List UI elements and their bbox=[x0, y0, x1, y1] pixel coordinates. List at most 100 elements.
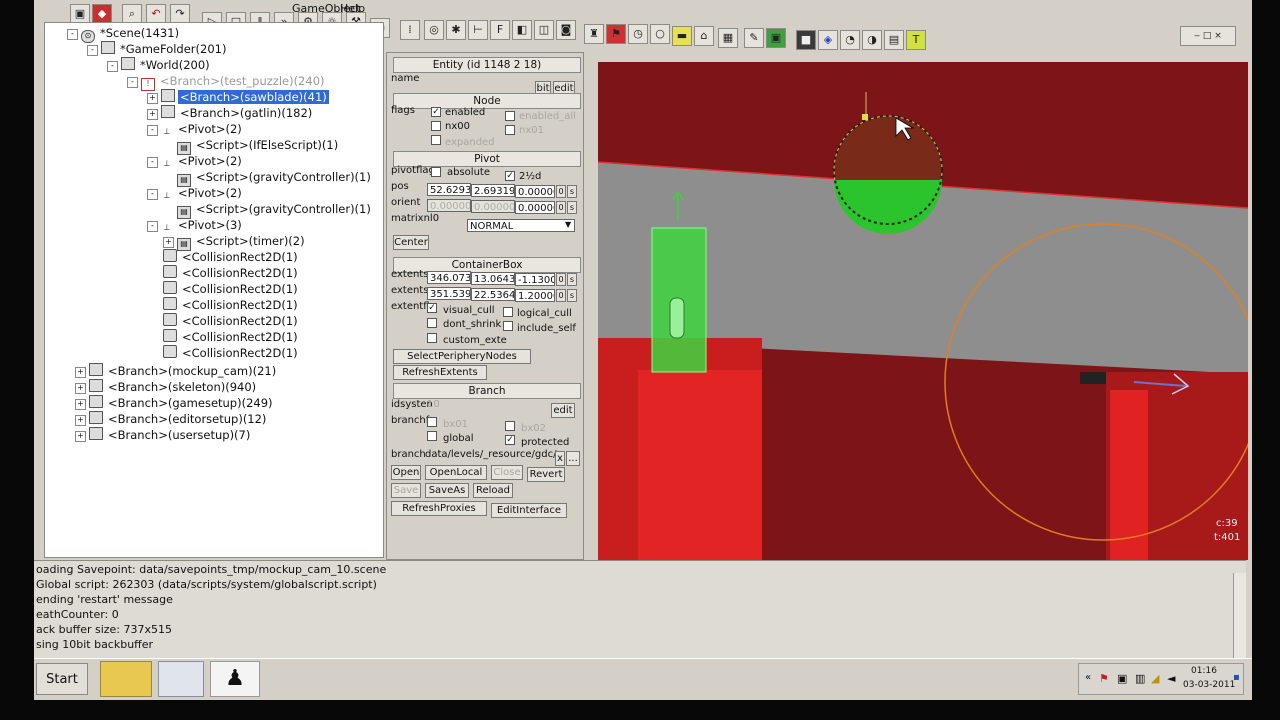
search-icon[interactable]: ⌕ bbox=[122, 4, 142, 24]
chevron-down-icon[interactable]: ▼ bbox=[565, 220, 571, 229]
extents-min-set-button[interactable]: s bbox=[567, 273, 577, 286]
player-character[interactable] bbox=[669, 297, 685, 339]
enabled-checkbox[interactable]: ✓ bbox=[431, 107, 441, 117]
extents-max-zero-button[interactable]: 0 bbox=[556, 289, 566, 302]
window-controls[interactable]: ‒ □ × bbox=[1180, 26, 1236, 46]
collapse-icon[interactable]: - bbox=[147, 189, 158, 200]
game-task-icon[interactable]: ♟ bbox=[210, 661, 260, 697]
save-icon[interactable]: ▣ bbox=[70, 4, 90, 24]
tool-icon[interactable]: ▦ bbox=[718, 28, 738, 48]
extents-max-x-field[interactable]: 351.539 bbox=[427, 287, 471, 300]
tool-icon[interactable]: ○ bbox=[650, 24, 670, 44]
tree-node[interactable]: - *GameFolder(201) bbox=[87, 41, 228, 57]
pos-y-field[interactable]: 2.69319 bbox=[471, 184, 515, 197]
sawblade-handle[interactable] bbox=[862, 114, 868, 120]
tool-icon[interactable]: ⌂ bbox=[694, 26, 714, 46]
tree-node[interactable]: - ⊥ <Pivot>(2) bbox=[147, 153, 244, 169]
tool-icon[interactable]: ⊢ bbox=[468, 20, 488, 40]
tree-node[interactable]: + <Branch>(gamesetup)(249) bbox=[75, 395, 275, 411]
tool-icon[interactable]: ◑ bbox=[862, 30, 882, 50]
orient-y-field[interactable]: 0.00000 bbox=[471, 200, 515, 213]
tool-icon[interactable]: ✱ bbox=[446, 20, 466, 40]
close-button[interactable]: Close bbox=[491, 465, 523, 480]
bx02-checkbox[interactable] bbox=[505, 421, 515, 431]
extents-max-z-field[interactable]: 1.20000 bbox=[515, 289, 555, 302]
save-button[interactable]: Save bbox=[391, 483, 421, 498]
pos-zero-button[interactable]: 0 bbox=[556, 185, 566, 198]
text-icon[interactable]: T bbox=[906, 30, 926, 50]
scene-viewport[interactable]: c:39 t:401 bbox=[598, 62, 1248, 560]
expand-icon[interactable]: + bbox=[75, 399, 86, 410]
tree-node[interactable]: - *World(200) bbox=[107, 57, 212, 73]
redo-icon[interactable]: ↷ bbox=[170, 4, 190, 24]
tray-chevron-icon[interactable]: « bbox=[1085, 672, 1091, 683]
tree-node[interactable]: <CollisionRect2D(1) bbox=[163, 313, 300, 329]
tool-icon[interactable]: ◧ bbox=[512, 20, 532, 40]
expand-icon[interactable]: + bbox=[163, 237, 174, 248]
tool-icon[interactable]: ◔ bbox=[840, 30, 860, 50]
nx01-checkbox[interactable] bbox=[505, 125, 515, 135]
tool-icon[interactable]: ◈ bbox=[818, 30, 838, 50]
tree-node[interactable]: - ⊙ *Scene(1431) bbox=[67, 25, 181, 43]
clear-branch-button[interactable]: x bbox=[555, 451, 565, 466]
tree-node[interactable]: - ⊥ <Pivot>(2) bbox=[147, 121, 244, 137]
tool-icon[interactable]: ✎ bbox=[744, 28, 764, 48]
collapse-icon[interactable]: - bbox=[127, 77, 138, 88]
extents-min-x-field[interactable]: 346.073 bbox=[427, 271, 471, 284]
tree-node[interactable]: - ⊥ <Pivot>(3) bbox=[147, 217, 244, 233]
tool-icon[interactable]: ▣ bbox=[766, 28, 786, 48]
visual-cull-checkbox[interactable]: ✓ bbox=[427, 303, 437, 313]
clock-icon[interactable]: ◷ bbox=[628, 24, 648, 44]
tree-node[interactable]: + <Branch>(mockup_cam)(21) bbox=[75, 363, 278, 379]
tool-icon[interactable]: ◫ bbox=[534, 20, 554, 40]
bx01-checkbox[interactable] bbox=[427, 417, 437, 427]
2d-checkbox[interactable]: ✓ bbox=[505, 171, 515, 181]
tray-flag-icon[interactable]: ⚑ bbox=[1099, 672, 1109, 685]
tool-icon[interactable]: ◙ bbox=[556, 20, 576, 40]
tree-node[interactable]: <CollisionRect2D(1) bbox=[163, 297, 300, 313]
tree-node[interactable]: <CollisionRect2D(1) bbox=[163, 329, 300, 345]
tree-node[interactable]: - ⊥ <Pivot>(2) bbox=[147, 185, 244, 201]
undo-icon[interactable]: ↶ bbox=[146, 4, 166, 24]
tool-icon[interactable]: ■ bbox=[796, 30, 816, 50]
orient-x-field[interactable]: 0.00000 bbox=[427, 199, 471, 212]
tool-icon[interactable]: ♜ bbox=[584, 24, 604, 44]
tree-node[interactable]: + <Branch>(gatlin)(182) bbox=[147, 105, 314, 121]
tree-node[interactable]: ▤ <Script>(gravityController)(1) bbox=[177, 169, 373, 187]
global-checkbox[interactable] bbox=[427, 431, 437, 441]
flag-icon[interactable]: ⚑ bbox=[606, 24, 626, 44]
gatling-gun[interactable] bbox=[1080, 372, 1106, 384]
pos-set-button[interactable]: s bbox=[567, 185, 577, 198]
collapse-icon[interactable]: - bbox=[147, 125, 158, 136]
select-periphery-button[interactable]: SelectPeripheryNodes bbox=[393, 349, 531, 364]
tree-node[interactable]: + <Branch>(sawblade)(41) bbox=[147, 89, 329, 105]
expand-icon[interactable]: + bbox=[147, 109, 158, 120]
collapse-icon[interactable]: - bbox=[67, 29, 78, 40]
collapse-icon[interactable]: - bbox=[87, 45, 98, 56]
tree-node[interactable]: -! <Branch>(test_puzzle)(240) bbox=[127, 73, 327, 91]
color-icon[interactable]: ◆ bbox=[92, 4, 112, 24]
revert-button[interactable]: Revert bbox=[527, 467, 565, 482]
extents-max-set-button[interactable]: s bbox=[567, 289, 577, 302]
folder-task-icon[interactable] bbox=[100, 661, 152, 697]
enabled-all-checkbox[interactable] bbox=[505, 111, 515, 121]
tray-app-icon[interactable]: ▣ bbox=[1117, 672, 1127, 685]
tree-node[interactable]: ▤ <Script>(IfElseScript)(1) bbox=[177, 137, 340, 155]
protected-checkbox[interactable]: ✓ bbox=[505, 435, 515, 445]
extents-min-z-field[interactable]: -1.13000 bbox=[515, 273, 555, 286]
start-button[interactable]: Start bbox=[36, 663, 88, 695]
save-as-button[interactable]: SaveAs bbox=[425, 483, 469, 498]
tray-volume-icon[interactable]: ◄ bbox=[1167, 672, 1175, 685]
open-local-button[interactable]: OpenLocal bbox=[425, 465, 487, 480]
app-task-icon[interactable] bbox=[158, 661, 204, 697]
pos-x-field[interactable]: 52.6293 bbox=[427, 183, 471, 196]
expand-icon[interactable]: + bbox=[75, 431, 86, 442]
viewport-canvas[interactable] bbox=[598, 62, 1248, 560]
collapse-icon[interactable]: - bbox=[107, 61, 118, 72]
console-log[interactable]: oading Savepoint: data/savepoints_tmp/mo… bbox=[34, 560, 1246, 659]
orient-set-button[interactable]: s bbox=[567, 201, 577, 214]
tree-node[interactable]: + <Branch>(editorsetup)(12) bbox=[75, 411, 268, 427]
dont-shrink-checkbox[interactable] bbox=[427, 318, 437, 328]
expand-icon[interactable]: + bbox=[75, 415, 86, 426]
matrix-select[interactable]: NORMAL bbox=[467, 219, 575, 232]
